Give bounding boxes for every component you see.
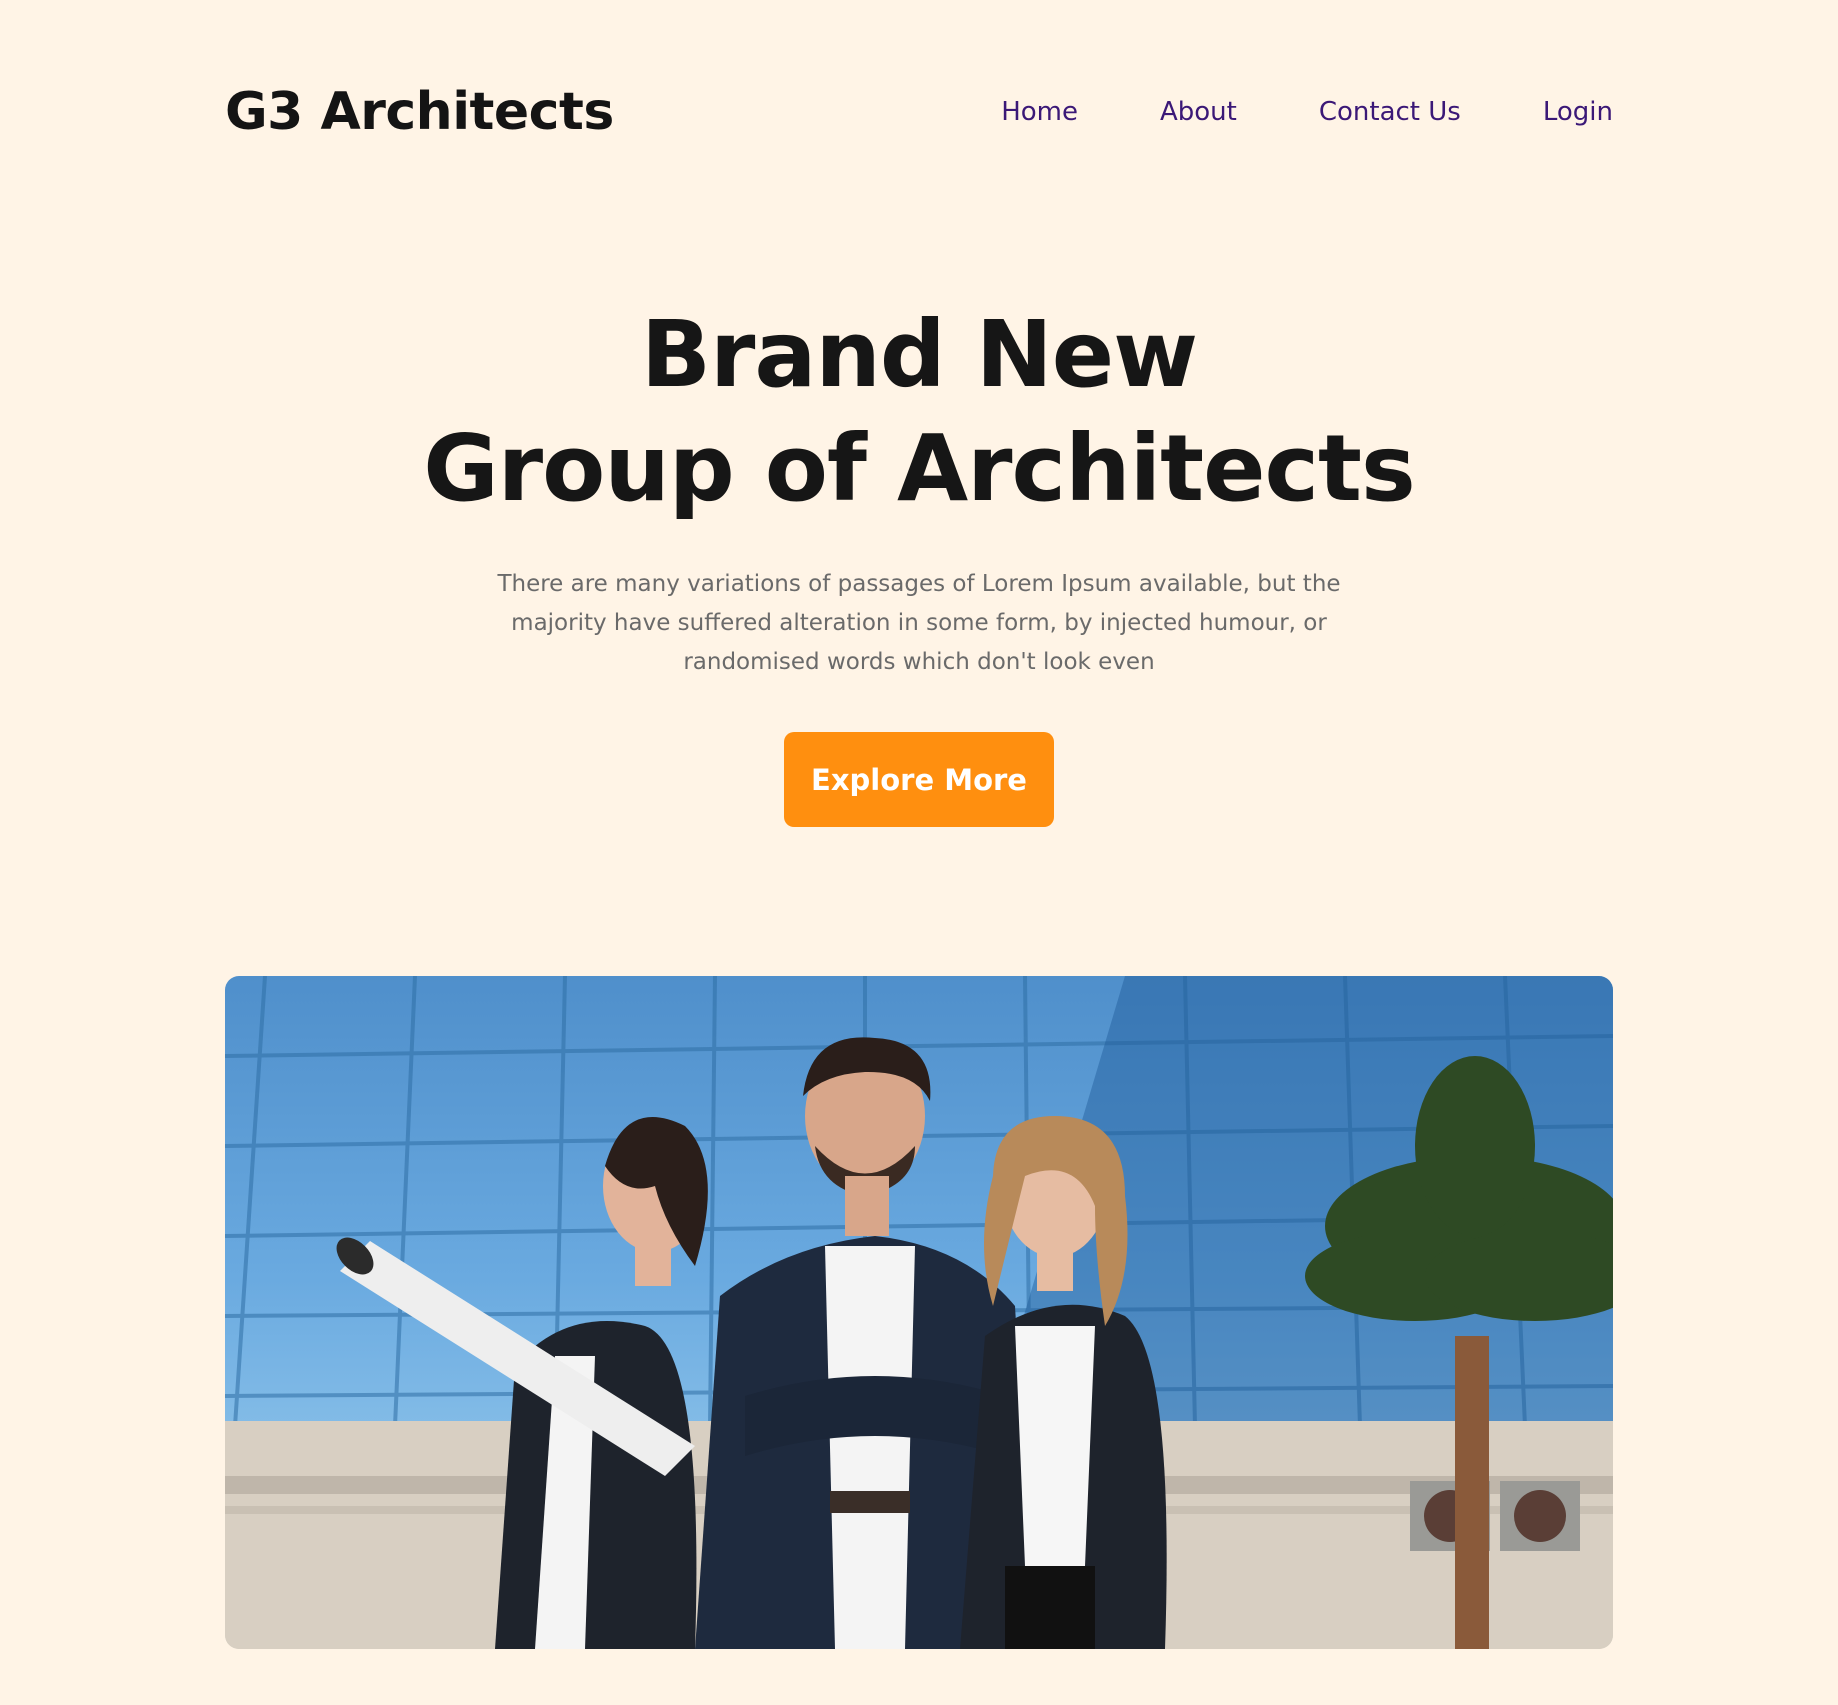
hero-title: Brand New Group of Architects <box>0 298 1838 526</box>
hero-team-photo <box>225 976 1613 1649</box>
site-logo[interactable]: G3 Architects <box>225 82 614 142</box>
landing-page: G3 Architects Home About Contact Us Logi… <box>0 0 1838 1705</box>
nav-link-contact[interactable]: Contact Us <box>1319 97 1461 127</box>
nav-link-login[interactable]: Login <box>1543 97 1613 127</box>
explore-more-button[interactable]: Explore More <box>784 732 1054 827</box>
hero-title-line-1: Brand New <box>640 301 1198 408</box>
team-photo-illustration <box>225 976 1613 1649</box>
nav-link-home[interactable]: Home <box>1001 97 1078 127</box>
hero-title-line-2: Group of Architects <box>423 415 1416 522</box>
site-header: G3 Architects Home About Contact Us Logi… <box>225 72 1613 152</box>
nav-link-about[interactable]: About <box>1160 97 1237 127</box>
main-nav: Home About Contact Us Login <box>1001 97 1613 127</box>
hero-description: There are many variations of passages of… <box>497 571 1341 675</box>
